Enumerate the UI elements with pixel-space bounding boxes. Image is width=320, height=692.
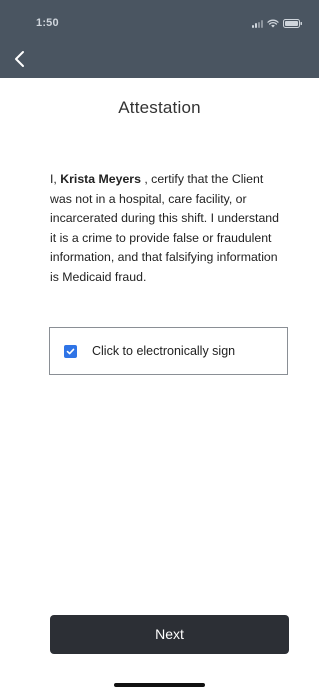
attestation-statement: I, Krista Meyers , certify that the Clie… <box>50 170 286 287</box>
page-title: Attestation <box>118 98 201 117</box>
electronic-sign-checkbox-row[interactable]: Click to electronically sign <box>49 327 288 375</box>
sign-label: Click to electronically sign <box>92 344 236 358</box>
wifi-icon <box>267 19 279 28</box>
sign-checkbox[interactable] <box>64 344 77 358</box>
checkmark-icon <box>66 348 75 354</box>
attestation-prefix: I, <box>50 172 61 186</box>
next-button[interactable]: Next <box>50 615 289 654</box>
signal-icon <box>252 20 263 28</box>
battery-icon <box>283 19 303 28</box>
status-time: 1:50 <box>36 17 59 29</box>
caregiver-name: Krista Meyers <box>60 172 141 186</box>
home-indicator <box>114 683 205 687</box>
attestation-body: , certify that the Client was not in a h… <box>50 172 279 284</box>
back-button[interactable] <box>10 48 32 70</box>
status-icons <box>252 18 303 28</box>
chevron-left-icon <box>15 51 24 67</box>
header-bar: 1:50 <box>0 0 319 78</box>
